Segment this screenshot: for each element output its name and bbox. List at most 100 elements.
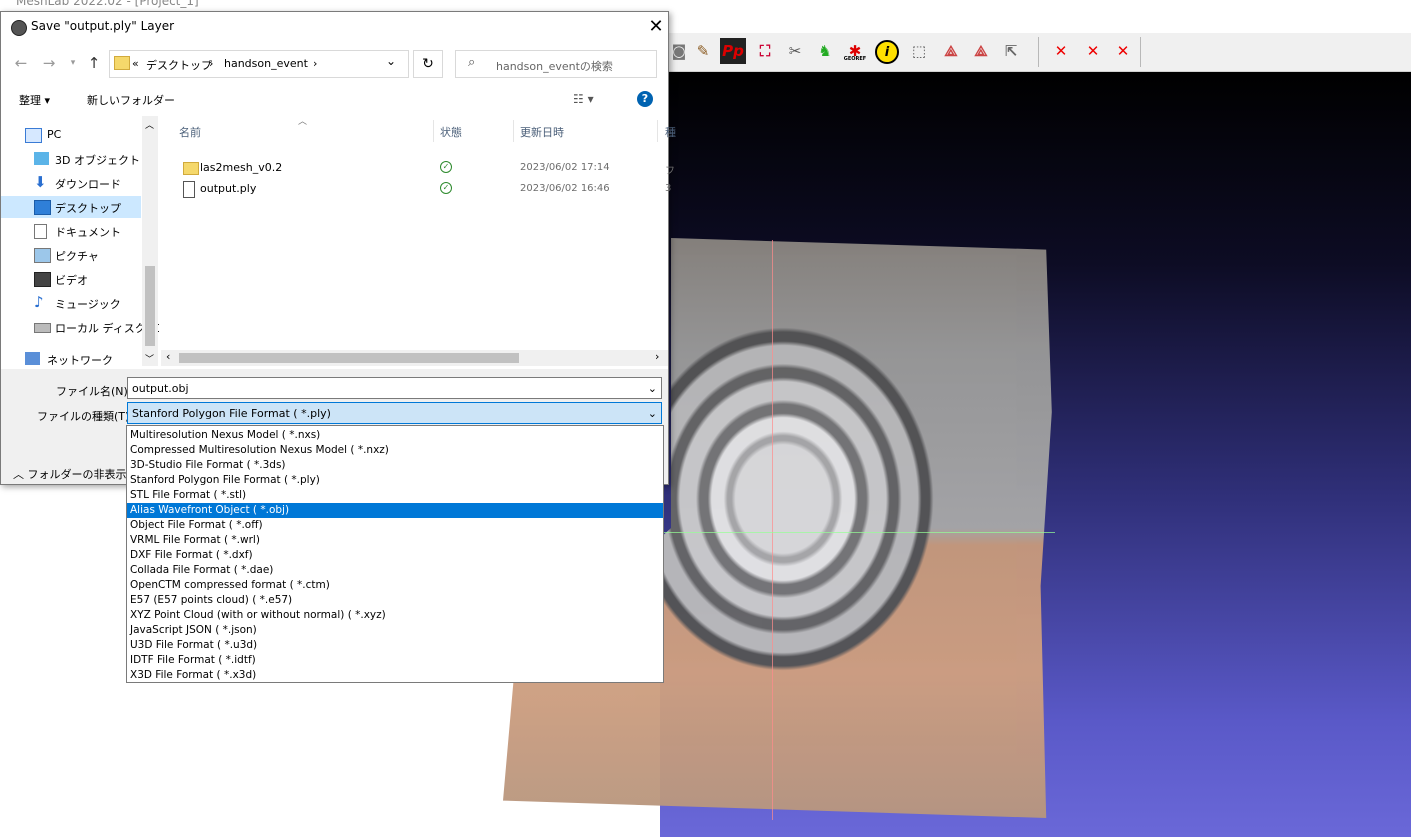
refresh-button[interactable]: ↻ [413, 50, 443, 78]
column-divider[interactable] [513, 120, 514, 142]
georef-icon[interactable]: ✱ GEOREF [842, 38, 868, 64]
nav-item-videos[interactable]: ビデオ [1, 268, 141, 290]
filetype-option[interactable]: VRML File Format ( *.wrl) [127, 533, 663, 548]
new-folder-button[interactable]: 新しいフォルダー [87, 92, 175, 108]
file-type: 3 [665, 183, 672, 194]
close-button[interactable]: ✕ [645, 15, 667, 39]
scroll-left-icon[interactable]: ‹ [166, 350, 170, 363]
column-divider[interactable] [433, 120, 434, 142]
filename-value: output.obj [132, 382, 189, 395]
up-arrow-icon[interactable]: ↑ [84, 52, 104, 74]
filetype-option[interactable]: OpenCTM compressed format ( *.ctm) [127, 578, 663, 593]
breadcrumb-overflow[interactable]: « [132, 57, 139, 70]
measure-tool-icon[interactable]: ✂ [782, 38, 808, 64]
file-row[interactable]: las2mesh_v0.2 ✓ 2023/06/02 17:14 フ [161, 158, 675, 179]
filetype-option[interactable]: IDTF File Format ( *.idtf) [127, 653, 663, 668]
filetype-option[interactable]: X3D File Format ( *.x3d) [127, 668, 663, 683]
filetype-select[interactable]: Stanford Polygon File Format ( *.ply) ⌄ [127, 402, 662, 424]
column-header-modified[interactable]: 更新日時 [520, 124, 564, 140]
hide-folders-toggle[interactable]: ︿ フォルダーの非表示 [13, 466, 127, 482]
filename-label: ファイル名(N): [56, 385, 132, 398]
view-options-icon[interactable]: ☷ ▾ [573, 92, 594, 106]
forward-arrow-icon[interactable]: → [39, 52, 59, 74]
nav-item-pictures[interactable]: ピクチャ [1, 244, 141, 266]
scroll-up-icon[interactable]: ︿ [145, 118, 154, 131]
download-icon: ⬇ [34, 173, 47, 191]
filetype-option[interactable]: Collada File Format ( *.dae) [127, 563, 663, 578]
column-header-type[interactable]: 種 [665, 124, 676, 140]
chevron-down-icon[interactable]: ⌄ [386, 54, 396, 68]
filetype-option[interactable]: Compressed Multiresolution Nexus Model (… [127, 443, 663, 458]
paint-brush-icon[interactable]: ✎ [690, 38, 716, 64]
delete-vertices-icon[interactable]: ✕ [1048, 38, 1074, 64]
breadcrumb-handson-event[interactable]: handson_event [224, 57, 308, 70]
nav-item-documents[interactable]: ドキュメント [1, 220, 141, 242]
breadcrumb-desktop[interactable]: デスクトップ [146, 57, 212, 73]
search-input[interactable]: ⌕ handson_eventの検索 [455, 50, 657, 78]
back-arrow-icon[interactable]: ← [11, 52, 31, 74]
nav-item-downloads[interactable]: ⬇ ダウンロード [1, 172, 141, 194]
filetype-option[interactable]: 3D-Studio File Format ( *.3ds) [127, 458, 663, 473]
filetype-option[interactable]: DXF File Format ( *.dxf) [127, 548, 663, 563]
dialog-titlebar[interactable]: Save "output.ply" Layer ✕ [1, 12, 668, 42]
folder-icon [183, 162, 199, 175]
column-header-name[interactable]: 名前 [179, 124, 201, 140]
filename-field[interactable]: output.obj ⌄ [127, 377, 662, 399]
breadcrumb-separator[interactable]: › [313, 57, 317, 70]
filetype-option[interactable]: E57 (E57 points cloud) ( *.e57) [127, 593, 663, 608]
camera-icon[interactable]: ◙ [666, 38, 692, 64]
nav-scrollbar-thumb[interactable] [145, 266, 155, 346]
dialog-title: Save "output.ply" Layer [31, 19, 175, 33]
filetype-option[interactable]: Object File Format ( *.off) [127, 518, 663, 533]
sort-ascending-icon: ︿ [298, 117, 308, 127]
select-paint-icon[interactable]: ⟁ [968, 38, 994, 64]
scroll-right-icon[interactable]: › [655, 350, 659, 363]
sync-ok-icon: ✓ [440, 161, 452, 173]
nav-item-network[interactable]: ネットワーク [1, 348, 141, 366]
nav-item-local-disk[interactable]: ローカル ディスク (C [1, 316, 159, 338]
filetype-option[interactable]: Stanford Polygon File Format ( *.ply) [127, 473, 663, 488]
network-icon [25, 352, 40, 365]
nav-item-3d-objects[interactable]: 3D オブジェクト [1, 148, 141, 170]
save-dialog: Save "output.ply" Layer ✕ ← → ▾ ↑ « デスクト… [0, 11, 676, 485]
filetype-option[interactable]: STL File Format ( *.stl) [127, 488, 663, 503]
chevron-up-icon: ︿ [13, 468, 28, 481]
pickpoints-icon[interactable]: Pp [720, 38, 746, 64]
address-bar[interactable]: « デスクトップ › handson_event › ⌄ [109, 50, 409, 78]
file-row[interactable]: output.ply ✓ 2023/06/02 16:46 3 [161, 179, 672, 200]
meshlab-logo-icon [11, 20, 27, 36]
select-faces-icon[interactable]: ⬚ [906, 38, 932, 64]
scroll-down-icon[interactable]: ﹀ [145, 352, 154, 365]
filetype-option[interactable]: Alias Wavefront Object ( *.obj) [127, 503, 663, 518]
pc-icon [25, 128, 42, 143]
search-placeholder: handson_eventの検索 [496, 60, 613, 73]
select-region-icon[interactable]: ⇱ [998, 38, 1024, 64]
file-list-hscrollbar[interactable]: ‹ › [161, 350, 668, 366]
filetype-option[interactable]: JavaScript JSON ( *.json) [127, 623, 663, 638]
app-title: MeshLab 2022.02 - [Project_1] [16, 0, 199, 8]
nav-item-music[interactable]: ♪ ミュージック [1, 292, 141, 314]
nav-item-pc[interactable]: PC [1, 124, 141, 146]
breadcrumb-separator[interactable]: › [209, 57, 213, 70]
navigation-pane: PC 3D オブジェクト ⬇ ダウンロード デスクトップ ドキュメント ピクチャ… [1, 116, 159, 366]
toolbar-separator [1038, 37, 1039, 67]
select-vertices-icon[interactable]: ⛶ [752, 38, 778, 64]
delete-faces-vertices-icon[interactable]: ✕ [1110, 38, 1136, 64]
help-icon[interactable]: ? [637, 91, 653, 107]
nav-scrollbar[interactable]: ︿ ﹀ [142, 116, 158, 366]
column-header-status[interactable]: 状態 [440, 124, 462, 140]
organize-button[interactable]: 整理 ▾ [19, 92, 50, 108]
hscrollbar-thumb[interactable] [179, 353, 519, 363]
info-icon[interactable]: i [875, 40, 899, 64]
column-divider[interactable] [657, 120, 658, 142]
nav-item-desktop[interactable]: デスクトップ [1, 196, 141, 218]
filetype-option[interactable]: U3D File Format ( *.u3d) [127, 638, 663, 653]
filetype-option[interactable]: Multiresolution Nexus Model ( *.nxs) [127, 428, 663, 443]
recent-chevron-icon[interactable]: ▾ [63, 52, 83, 74]
align-tool-icon[interactable]: ♞ [812, 38, 838, 64]
filetype-option[interactable]: XYZ Point Cloud (with or without normal)… [127, 608, 663, 623]
select-connected-icon[interactable]: ⟁ [938, 38, 964, 64]
chevron-down-icon[interactable]: ⌄ [648, 378, 657, 400]
chevron-down-icon[interactable]: ⌄ [648, 403, 657, 425]
delete-faces-icon[interactable]: ✕ [1080, 38, 1106, 64]
